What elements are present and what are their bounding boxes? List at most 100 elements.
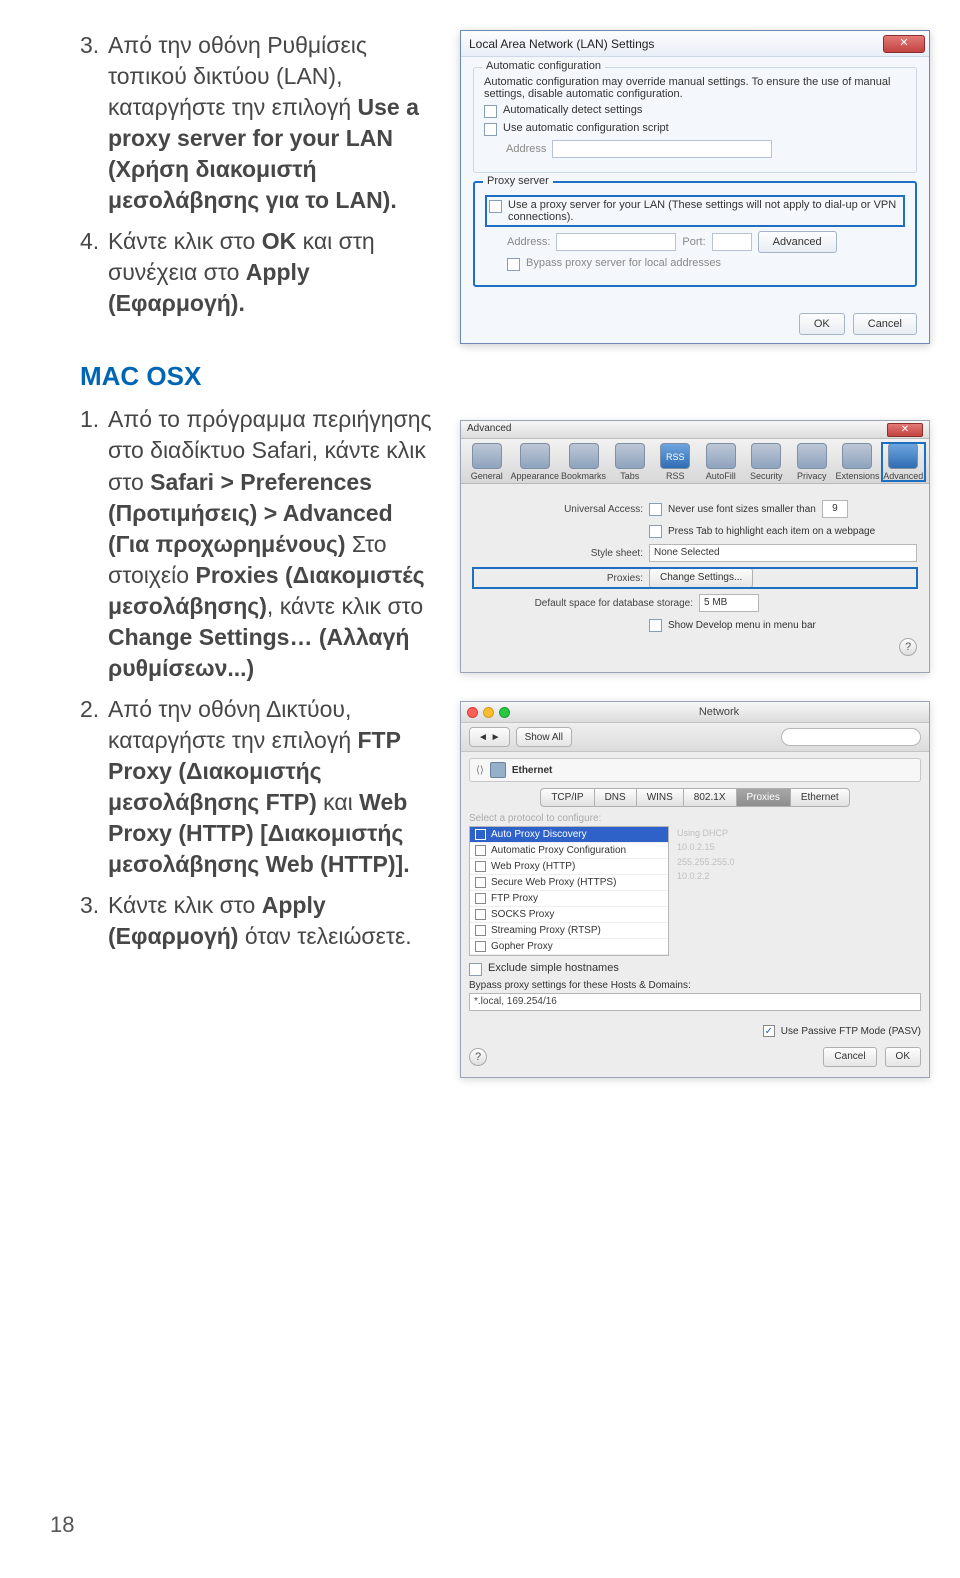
tab-dns[interactable]: DNS: [594, 788, 636, 807]
checkbox[interactable]: [469, 963, 482, 976]
help-button[interactable]: ?: [899, 638, 917, 656]
back-forward-button[interactable]: ◄ ►: [469, 727, 510, 747]
step-body: Κάντε κλικ στο OK και στη συνέχεια στο A…: [108, 226, 440, 319]
tab-advanced[interactable]: Advanced: [882, 443, 925, 481]
tab-tcpip[interactable]: TCP/IP: [540, 788, 593, 807]
change-settings-button[interactable]: Change Settings...: [649, 568, 753, 588]
stylesheet-select[interactable]: None Selected: [649, 544, 917, 562]
appearance-icon: [520, 443, 550, 469]
protocol-list[interactable]: Auto Proxy Discovery Automatic Proxy Con…: [469, 826, 669, 956]
help-button[interactable]: ?: [469, 1048, 487, 1066]
ok-button[interactable]: OK: [885, 1047, 921, 1067]
checkbox[interactable]: [507, 258, 520, 271]
advanced-button[interactable]: Advanced: [758, 231, 837, 253]
cancel-button[interactable]: Cancel: [823, 1047, 876, 1067]
show-all-button[interactable]: Show All: [516, 727, 572, 747]
close-traffic-light[interactable]: [467, 707, 478, 718]
proxy-address-input[interactable]: [556, 233, 676, 251]
tabs-icon: [615, 443, 645, 469]
step-body: Από την οθόνη Ρυθμίσεις τοπικού δικτύου …: [108, 30, 440, 216]
checkbox[interactable]: [475, 861, 486, 872]
tab-bookmarks[interactable]: Bookmarks: [561, 443, 606, 481]
ok-button[interactable]: OK: [799, 313, 845, 335]
tab-wins[interactable]: WINS: [636, 788, 683, 807]
checkbox[interactable]: [475, 829, 486, 840]
font-size-input[interactable]: 9: [822, 500, 848, 518]
step-number: 4.: [80, 226, 108, 319]
protocol-item: FTP Proxy: [470, 891, 668, 907]
tab-tabs[interactable]: Tabs: [608, 443, 651, 481]
close-button[interactable]: ✕: [883, 35, 925, 53]
step-body: Από την οθόνη Δικτύου, καταργήστε την επ…: [108, 694, 440, 880]
book-icon: [569, 443, 599, 469]
cancel-button[interactable]: Cancel: [853, 313, 917, 335]
checkbox[interactable]: [649, 503, 662, 516]
database-label: Default space for database storage:: [473, 598, 693, 609]
checkbox[interactable]: [475, 893, 486, 904]
protocol-item: Automatic Proxy Configuration: [470, 843, 668, 859]
port-label: Port:: [682, 236, 705, 248]
checkbox-checked[interactable]: ✓: [763, 1025, 775, 1037]
proxies-row: Proxies: Change Settings...: [473, 568, 917, 588]
search-input[interactable]: [781, 728, 921, 746]
network-tabs: TCP/IP DNS WINS 802.1X Proxies Ethernet: [469, 788, 921, 807]
checkbox[interactable]: [475, 845, 486, 856]
select-protocol-label: Select a protocol to configure:: [469, 813, 921, 824]
lan-settings-dialog: Local Area Network (LAN) Settings ✕ Auto…: [460, 30, 930, 344]
window-title: Advanced: [467, 423, 511, 436]
ethernet-row: ⟨⟩ Ethernet: [469, 758, 921, 782]
window-titlebar: Network: [461, 702, 929, 723]
window-titlebar: Advanced ✕: [461, 421, 929, 439]
tab-proxies[interactable]: Proxies: [736, 788, 790, 807]
tab-privacy[interactable]: Privacy: [790, 443, 833, 481]
proxy-server-group: Proxy server Use a proxy server for your…: [473, 181, 917, 287]
puzzle-icon: [842, 443, 872, 469]
checkbox[interactable]: [475, 877, 486, 888]
tab-8021x[interactable]: 802.1X: [683, 788, 736, 807]
tab-general[interactable]: General: [465, 443, 508, 481]
close-button[interactable]: ✕: [887, 423, 923, 437]
checkbox[interactable]: [475, 941, 486, 952]
windows-steps: 3. Από την οθόνη Ρυθμίσεις τοπικού δικτύ…: [80, 30, 440, 319]
bypass-input[interactable]: *.local, 169.254/16: [469, 993, 921, 1011]
instruction-column: 3. Από την οθόνη Ρυθμίσεις τοπικού δικτύ…: [80, 30, 440, 1078]
network-window: Network ◄ ► Show All ⟨⟩ Ethernet TCP/IP …: [460, 701, 930, 1078]
checkbox[interactable]: [489, 200, 502, 213]
protocol-item: Web Proxy (HTTP): [470, 859, 668, 875]
nav-arrows-icon: ⟨⟩: [476, 765, 484, 776]
tab-security[interactable]: Security: [745, 443, 788, 481]
checkbox[interactable]: [484, 105, 497, 118]
checkbox[interactable]: [475, 909, 486, 920]
step-number: 1.: [80, 404, 108, 683]
mac-osx-heading: MAC OSX: [80, 361, 440, 392]
minimize-traffic-light[interactable]: [483, 707, 494, 718]
checkbox[interactable]: [649, 619, 662, 632]
protocol-item: Gopher Proxy: [470, 939, 668, 955]
tab-appearance[interactable]: Appearance: [510, 443, 559, 481]
checkbox-label: Use Passive FTP Mode (PASV): [781, 1026, 921, 1037]
tab-rss[interactable]: RSSRSS: [654, 443, 697, 481]
tab-extensions[interactable]: Extensions: [835, 443, 879, 481]
universal-access-label: Universal Access:: [473, 504, 643, 515]
window-title: Network: [515, 706, 923, 718]
tab-ethernet[interactable]: Ethernet: [790, 788, 850, 807]
step-body: Από το πρόγραμμα περιήγησης στο διαδίκτυ…: [108, 404, 440, 683]
checkbox[interactable]: [484, 123, 497, 136]
group-description: Automatic configuration may override man…: [484, 76, 906, 100]
automatic-config-group: Automatic configuration Automatic config…: [473, 67, 917, 173]
checkbox-label: Press Tab to highlight each item on a we…: [668, 526, 875, 537]
checkbox-label: Exclude simple hostnames: [488, 962, 619, 974]
stylesheet-label: Style sheet:: [473, 548, 643, 559]
step-number: 3.: [80, 30, 108, 216]
zoom-traffic-light[interactable]: [499, 707, 510, 718]
step-number: 2.: [80, 694, 108, 880]
pencil-icon: [706, 443, 736, 469]
protocol-item: Auto Proxy Discovery: [470, 827, 668, 843]
address-input[interactable]: [552, 140, 772, 158]
rss-icon: RSS: [660, 443, 690, 469]
tab-autofill[interactable]: AutoFill: [699, 443, 742, 481]
proxy-port-input[interactable]: [712, 233, 752, 251]
checkbox[interactable]: [475, 925, 486, 936]
checkbox[interactable]: [649, 525, 662, 538]
database-select[interactable]: 5 MB: [699, 594, 759, 612]
